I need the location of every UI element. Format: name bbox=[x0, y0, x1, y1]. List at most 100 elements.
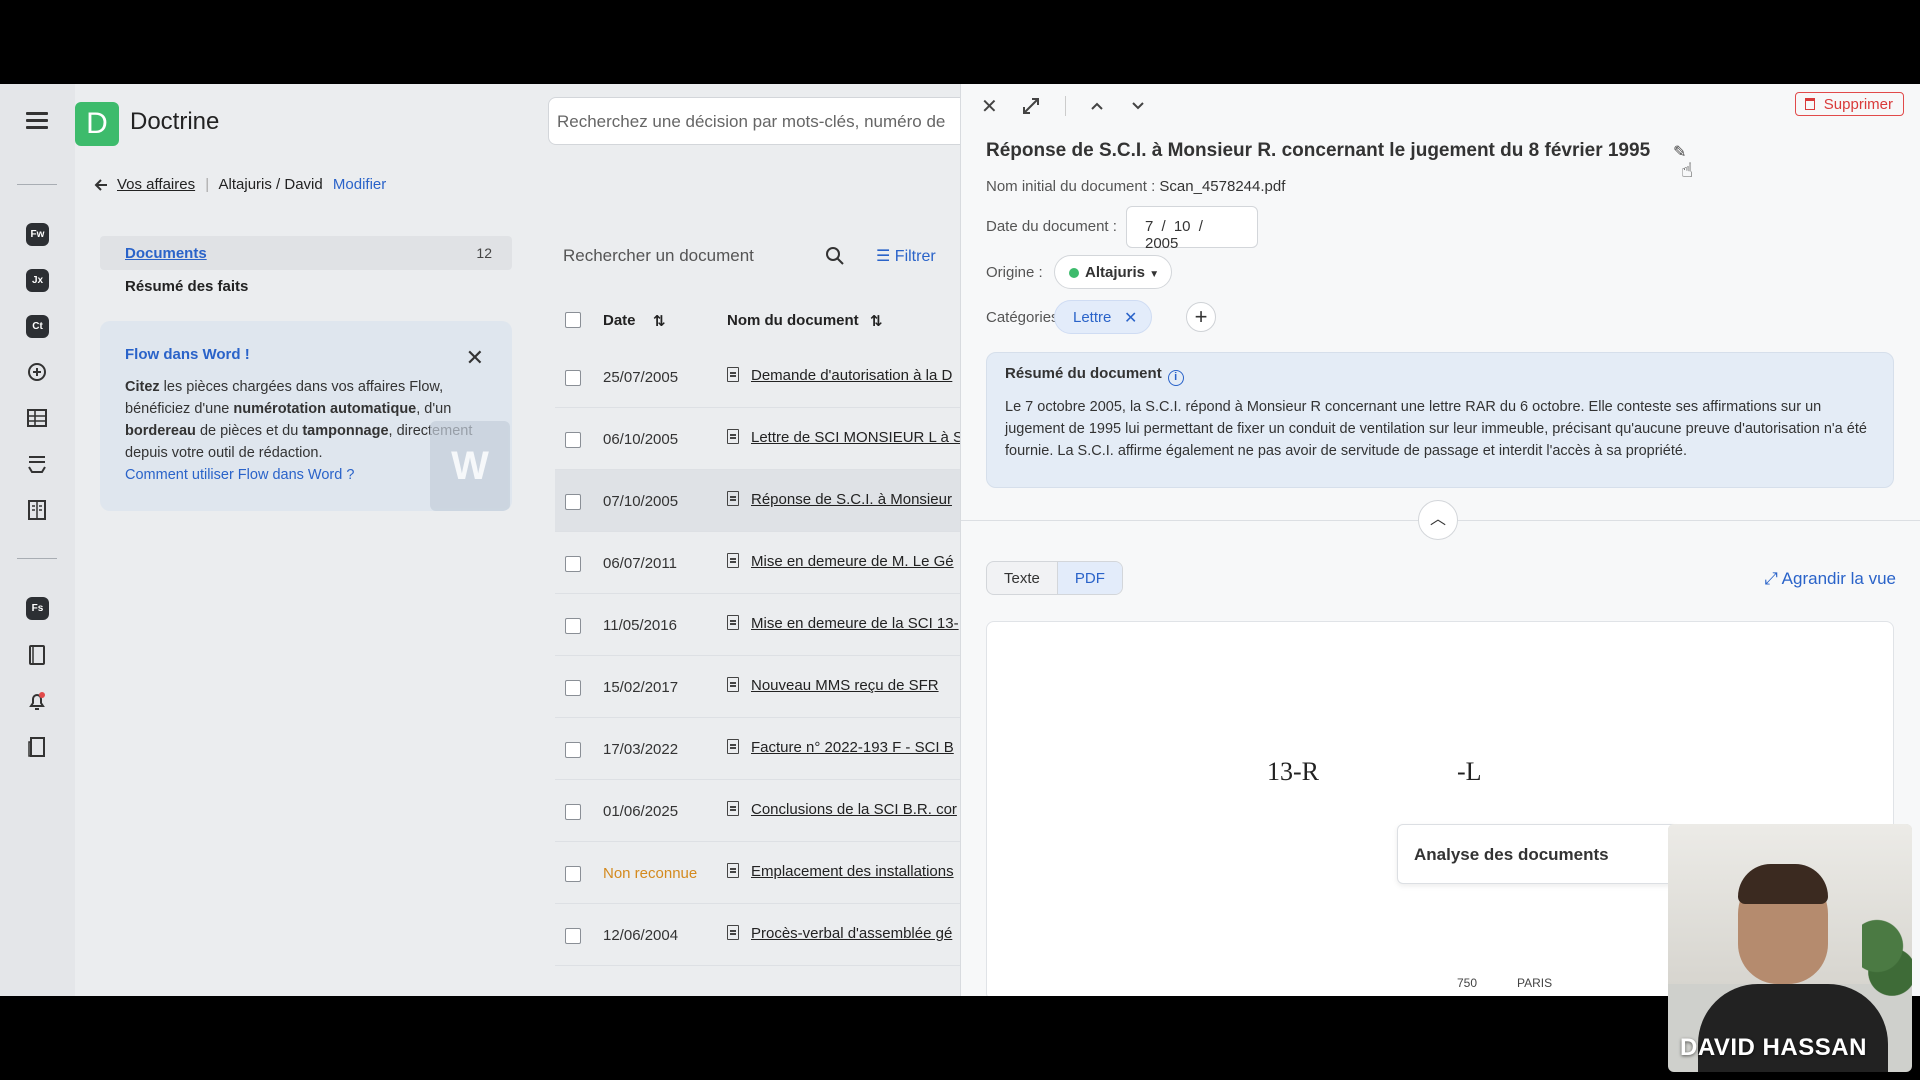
document-search-placeholder: Rechercher un document bbox=[563, 246, 754, 265]
table-row[interactable]: 12/06/2004 Procès-verbal d'assemblée gé bbox=[555, 904, 960, 966]
expand-icon: ⤢ bbox=[1764, 569, 1778, 588]
table-row[interactable]: 06/07/2011 Mise en demeure de M. Le Gé bbox=[555, 532, 960, 594]
row-doc-name[interactable]: Mise en demeure de M. Le Gé bbox=[751, 553, 961, 570]
nav-documents-label: Documents bbox=[125, 245, 207, 262]
breadcrumb: Vos affaires | Altajuris / David Modifie… bbox=[117, 176, 386, 193]
table-row[interactable]: 11/05/2016 Mise en demeure de la SCI 13- bbox=[555, 594, 960, 656]
scan-text: 750 bbox=[1457, 976, 1478, 990]
flow-help-link[interactable]: Comment utiliser Flow dans Word ? bbox=[125, 467, 354, 483]
rail-chip-ct[interactable]: Ct bbox=[26, 315, 49, 338]
table-row[interactable]: 01/06/2025 Conclusions de la SCI B.R. cor bbox=[555, 780, 960, 842]
tab-texte[interactable]: Texte bbox=[987, 562, 1057, 594]
document-analysis-toast[interactable]: Analyse des documents bbox=[1397, 824, 1677, 884]
notebook-icon[interactable] bbox=[25, 643, 49, 667]
rail-chip-fw[interactable]: Fw bbox=[26, 223, 49, 246]
search-icon[interactable] bbox=[825, 246, 845, 266]
row-checkbox[interactable] bbox=[565, 866, 581, 882]
col-name[interactable]: Nom du document bbox=[727, 312, 859, 329]
row-checkbox[interactable] bbox=[565, 494, 581, 510]
bell-icon[interactable] bbox=[25, 689, 49, 713]
arrow-left-icon[interactable] bbox=[92, 176, 110, 194]
row-date: 25/07/2005 bbox=[603, 369, 679, 386]
bookmark-book-icon[interactable] bbox=[25, 735, 49, 759]
row-checkbox[interactable] bbox=[565, 432, 581, 448]
book-icon[interactable] bbox=[25, 498, 49, 522]
flow-text-tamponnage: tamponnage bbox=[302, 423, 389, 439]
row-checkbox[interactable] bbox=[565, 804, 581, 820]
row-doc-name[interactable]: Demande d'autorisation à la D bbox=[751, 367, 961, 384]
brand-name: Doctrine bbox=[130, 108, 220, 135]
filter-icon: ☰ bbox=[876, 248, 891, 265]
rail-chip-fs[interactable]: Fs bbox=[26, 597, 49, 620]
row-doc-name[interactable]: Procès-verbal d'assemblée gé bbox=[751, 925, 961, 942]
add-category-button[interactable]: + bbox=[1186, 302, 1216, 332]
doctrine-logo[interactable]: D bbox=[75, 102, 119, 146]
global-search-input[interactable]: Recherchez une décision par mots-clés, n… bbox=[548, 97, 968, 145]
collapse-button[interactable]: ︿ bbox=[1418, 500, 1458, 540]
col-date[interactable]: Date bbox=[603, 312, 636, 329]
table-row-selected[interactable]: 07/10/2005 Réponse de S.C.I. à Monsieur bbox=[555, 470, 960, 532]
close-icon[interactable]: ✕ bbox=[466, 345, 484, 371]
row-checkbox[interactable] bbox=[565, 928, 581, 944]
nav-resume-faits[interactable]: Résumé des faits bbox=[125, 278, 248, 295]
info-icon[interactable]: i bbox=[1167, 370, 1184, 386]
delete-button[interactable]: Supprimer bbox=[1794, 92, 1904, 116]
row-checkbox[interactable] bbox=[565, 742, 581, 758]
row-doc-name[interactable]: Réponse de S.C.I. à Monsieur bbox=[751, 491, 961, 508]
row-doc-name[interactable]: Lettre de SCI MONSIEUR L à S bbox=[751, 429, 961, 446]
flow-text: de pièces et du bbox=[195, 423, 303, 439]
flow-card-body: Citez les pièces chargées dans vos affai… bbox=[125, 376, 475, 486]
sort-icon[interactable]: ⇅ bbox=[870, 312, 883, 330]
tab-pdf[interactable]: PDF bbox=[1056, 562, 1122, 594]
presenter-hair bbox=[1738, 864, 1828, 904]
expand-icon[interactable] bbox=[1021, 96, 1041, 116]
row-doc-name[interactable]: Emplacement des installations bbox=[751, 863, 961, 880]
chevron-down-icon[interactable] bbox=[1130, 98, 1146, 114]
row-doc-name[interactable]: Facture n° 2022-193 F - SCI B bbox=[751, 739, 961, 756]
table-row[interactable]: 25/07/2005 Demande d'autorisation à la D bbox=[555, 346, 960, 408]
origin-select[interactable]: Altajuris ▼ bbox=[1054, 255, 1173, 289]
document-title: Réponse de S.C.I. à Monsieur R. concerna… bbox=[986, 140, 1651, 161]
breadcrumb-back-link[interactable]: Vos affaires bbox=[117, 176, 195, 193]
row-checkbox[interactable] bbox=[565, 680, 581, 696]
target-icon[interactable] bbox=[25, 360, 49, 384]
inbox-icon[interactable] bbox=[25, 452, 49, 476]
menu-icon[interactable] bbox=[26, 112, 48, 130]
row-checkbox[interactable] bbox=[565, 618, 581, 634]
filter-button[interactable]: ☰ Filtrer bbox=[876, 246, 936, 266]
presenter-name: DAVID HASSAN bbox=[1680, 1034, 1867, 1061]
table-row[interactable]: 06/10/2005 Lettre de SCI MONSIEUR L à S bbox=[555, 408, 961, 470]
rail-chip-jx[interactable]: Jx bbox=[26, 269, 49, 292]
table-row[interactable]: 17/03/2022 Facture n° 2022-193 F - SCI B bbox=[555, 718, 960, 780]
row-checkbox[interactable] bbox=[565, 556, 581, 572]
toolbar-separator bbox=[1065, 96, 1066, 116]
webcam-overlay: DAVID HASSAN bbox=[1668, 824, 1912, 1072]
select-all-checkbox[interactable] bbox=[565, 312, 581, 328]
row-date: 07/10/2005 bbox=[603, 493, 679, 510]
row-date: 12/06/2004 bbox=[603, 927, 679, 944]
close-icon[interactable]: ✕ bbox=[981, 94, 998, 119]
category-chip[interactable]: Lettre ✕ bbox=[1054, 300, 1153, 334]
table-row[interactable]: 15/02/2017 Nouveau MMS reçu de SFR bbox=[555, 656, 960, 718]
table-icon[interactable] bbox=[25, 406, 49, 430]
row-checkbox[interactable] bbox=[565, 370, 581, 386]
nav-documents[interactable]: Documents 12 bbox=[100, 236, 512, 270]
row-doc-name[interactable]: Mise en demeure de la SCI 13- bbox=[751, 615, 961, 632]
document-search-input[interactable]: Rechercher un document bbox=[555, 236, 857, 272]
date-field[interactable]: 7 / 10 / 2005 bbox=[1126, 206, 1258, 252]
row-date: 11/05/2016 bbox=[603, 617, 677, 634]
chevron-up-icon[interactable] bbox=[1089, 98, 1105, 114]
edit-affaire-link[interactable]: Modifier bbox=[333, 176, 386, 193]
initial-name-row: Nom initial du document : Scan_4578244.p… bbox=[986, 178, 1285, 195]
word-logo-icon: W bbox=[430, 421, 510, 511]
table-row[interactable]: Non reconnue Emplacement des installation… bbox=[555, 842, 960, 904]
file-icon bbox=[727, 863, 739, 878]
filter-label: Filtrer bbox=[894, 248, 936, 265]
nav-documents-count: 12 bbox=[476, 245, 492, 261]
row-doc-name[interactable]: Conclusions de la SCI B.R. cor bbox=[751, 801, 961, 818]
row-doc-name[interactable]: Nouveau MMS reçu de SFR bbox=[751, 677, 961, 694]
sort-icon[interactable]: ⇅ bbox=[653, 312, 666, 330]
file-icon bbox=[727, 925, 739, 940]
remove-category-icon[interactable]: ✕ bbox=[1124, 308, 1137, 328]
enlarge-view-button[interactable]: ⤢ Agrandir la vue bbox=[1764, 569, 1896, 589]
